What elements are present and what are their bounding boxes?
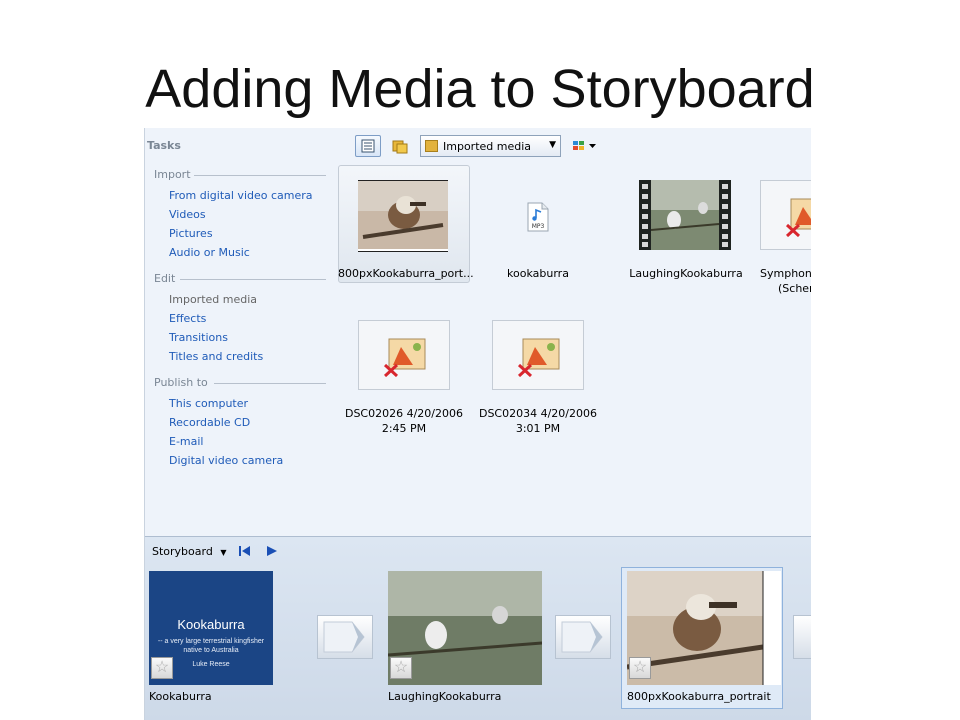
collections-button[interactable] [387,135,413,157]
task-recordable-cd[interactable]: Recordable CD [169,416,250,429]
task-videos[interactable]: Videos [169,208,206,221]
collection-selected-label: Imported media [443,140,532,153]
tasks-pane: Tasks Import From digital video camera V… [145,128,330,536]
media-item-label: DSC02026 4/20/2006 [344,407,464,420]
divider [214,383,326,384]
movie-maker-window: Tasks Import From digital video camera V… [144,128,811,720]
collection-dropdown[interactable]: Imported media ▼ [420,135,561,157]
tasks-header: Tasks [147,139,181,152]
media-item-label-line2: 3:01 PM [515,422,561,435]
section-publish: Publish to [154,376,326,389]
details-view-button[interactable] [355,135,381,157]
rewind-icon[interactable] [238,545,252,557]
storyboard-clip-label: LaughingKookaburra [388,690,502,703]
media-item-label-line2: (Scher [778,282,811,295]
storyboard-pane: Storyboard ▼ Kookaburra -- a very large … [145,536,811,720]
mp3-file-icon: MP3 [527,202,549,232]
storyboard-clip-selected[interactable]: ☆ 800pxKookaburra_portrait [621,567,785,715]
title-clip-subtitle: -- a very large terrestrial kingfisher n… [157,638,265,654]
storyboard-dropdown[interactable]: Storyboard [152,545,213,558]
collection-folder-icon [425,140,438,152]
star-icon[interactable]: ☆ [390,657,412,679]
media-item-missing[interactable]: Symphon (Scher [750,165,811,295]
section-title: Publish to [154,376,208,389]
missing-file-frame [760,180,811,250]
task-audio-or-music[interactable]: Audio or Music [169,246,250,259]
chevron-down-icon: ▼ [549,140,556,150]
task-pictures[interactable]: Pictures [169,227,213,240]
slide-title: Adding Media to Storyboard [145,59,815,119]
missing-file-frame [492,320,584,390]
task-imported-media[interactable]: Imported media [169,293,257,306]
mp3-icon-text: MP3 [532,223,545,230]
view-options-button[interactable] [568,135,602,157]
media-item-label-line2: 2:45 PM [381,422,427,435]
task-titles-and-credits[interactable]: Titles and credits [169,350,263,363]
task-from-digital-video-camera[interactable]: From digital video camera [169,189,313,202]
transition-slot[interactable] [317,615,373,659]
chevron-down-icon[interactable]: ▼ [220,548,226,557]
task-transitions[interactable]: Transitions [169,331,228,344]
storyboard-clip-label: 800pxKookaburra_portrait [627,690,771,703]
details-view-icon [361,139,375,153]
star-icon[interactable]: ☆ [629,657,651,679]
media-item-label: DSC02034 4/20/2006 [478,407,598,420]
missing-file-frame [358,320,450,390]
storyboard-header: Storyboard ▼ [152,543,279,558]
play-icon[interactable] [265,545,279,557]
missing-image-icon [517,338,560,377]
storyboard-clip[interactable]: ☆ LaughingKookaburra [382,569,546,715]
transition-slot[interactable] [793,615,811,659]
section-title: Edit [154,272,176,285]
missing-image-icon [383,338,426,377]
task-e-mail[interactable]: E-mail [169,435,204,448]
title-clip-heading: Kookaburra [177,617,245,632]
media-item-missing[interactable]: DSC02034 4/20/2006 3:01 PM [472,305,604,435]
thumbnails-view-icon [573,141,596,150]
task-this-computer[interactable]: This computer [169,397,248,410]
section-edit: Edit [154,272,326,285]
divider [180,279,326,280]
collection-toolbar: Imported media ▼ [353,133,811,159]
kookaburra-photo-thumbnail [358,180,448,252]
transition-arrow-icon [561,621,603,653]
transition-arrow-icon [323,621,365,653]
task-effects[interactable]: Effects [169,312,206,325]
star-icon[interactable]: ☆ [151,657,173,679]
media-item-video[interactable]: LaughingKookaburra [620,165,752,295]
transition-slot[interactable] [555,615,611,659]
media-item-label: kookaburra [507,267,569,280]
missing-image-icon [785,198,811,237]
storyboard-clip[interactable]: Kookaburra -- a very large terrestrial k… [145,569,307,715]
folder-icon [392,140,408,154]
media-item-label: Symphon [760,267,811,280]
media-item-label: LaughingKookaburra [629,267,743,280]
section-title: Import [154,168,191,181]
divider [194,175,326,176]
task-digital-video-camera[interactable]: Digital video camera [169,454,283,467]
media-item-missing[interactable]: DSC02026 4/20/2006 2:45 PM [338,305,470,435]
storyboard-clip-label: Kookaburra [149,690,212,703]
section-import: Import [154,168,326,181]
media-item-audio[interactable]: MP3 kookaburra [472,165,604,295]
media-item-label: 800pxKookaburra_port... [338,267,474,280]
video-filmstrip-thumbnail [639,180,731,250]
media-item-photo[interactable]: 800pxKookaburra_port... [338,165,474,295]
